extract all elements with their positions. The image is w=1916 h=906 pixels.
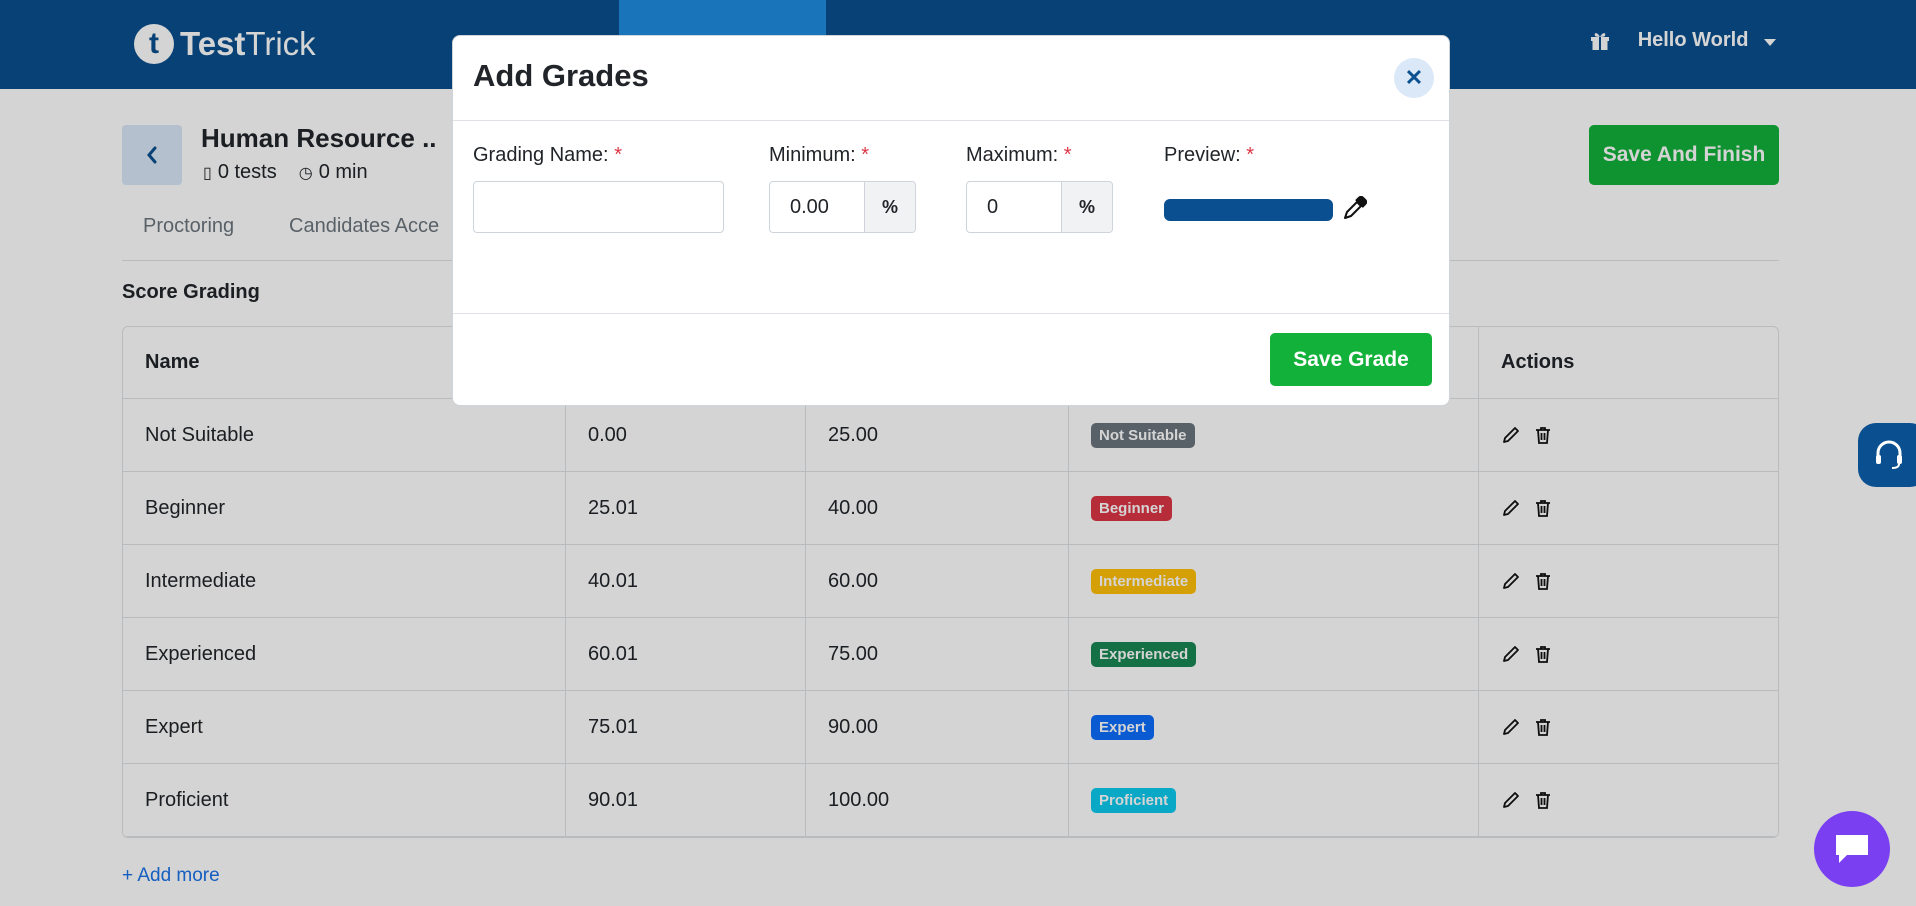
minimum-input[interactable]: 0.00 (770, 182, 864, 232)
grading-name-input[interactable] (473, 181, 724, 233)
minimum-input-group: 0.00 % (769, 181, 916, 233)
grade-color-preview (1164, 199, 1333, 221)
eyedropper-icon[interactable] (1341, 196, 1367, 222)
minimum-label: Minimum: * (769, 144, 870, 166)
maximum-input-group: 0 % (966, 181, 1113, 233)
close-icon[interactable]: ✕ (1394, 58, 1434, 98)
percent-icon: % (864, 182, 915, 232)
required-mark: * (861, 144, 870, 166)
required-mark: * (1063, 144, 1072, 166)
maximum-label: Maximum: * (966, 144, 1072, 166)
modal-footer-divider (453, 313, 1449, 314)
preview-label: Preview: * (1164, 144, 1255, 166)
maximum-input[interactable]: 0 (967, 182, 1061, 232)
headset-icon (1876, 440, 1902, 469)
add-grades-modal: Add Grades ✕ Grading Name: * Minimum: * … (452, 35, 1450, 406)
modal-title: Add Grades (473, 58, 649, 93)
modal-header: Add Grades ✕ (453, 36, 1449, 121)
chat-button[interactable] (1814, 811, 1890, 887)
required-mark: * (1246, 144, 1255, 166)
support-button[interactable] (1858, 423, 1916, 487)
save-grade-button[interactable]: Save Grade (1270, 333, 1432, 386)
chat-bubble-icon (1836, 835, 1868, 863)
grading-name-label: Grading Name: * (473, 144, 622, 166)
percent-icon: % (1061, 182, 1112, 232)
required-mark: * (614, 144, 622, 166)
